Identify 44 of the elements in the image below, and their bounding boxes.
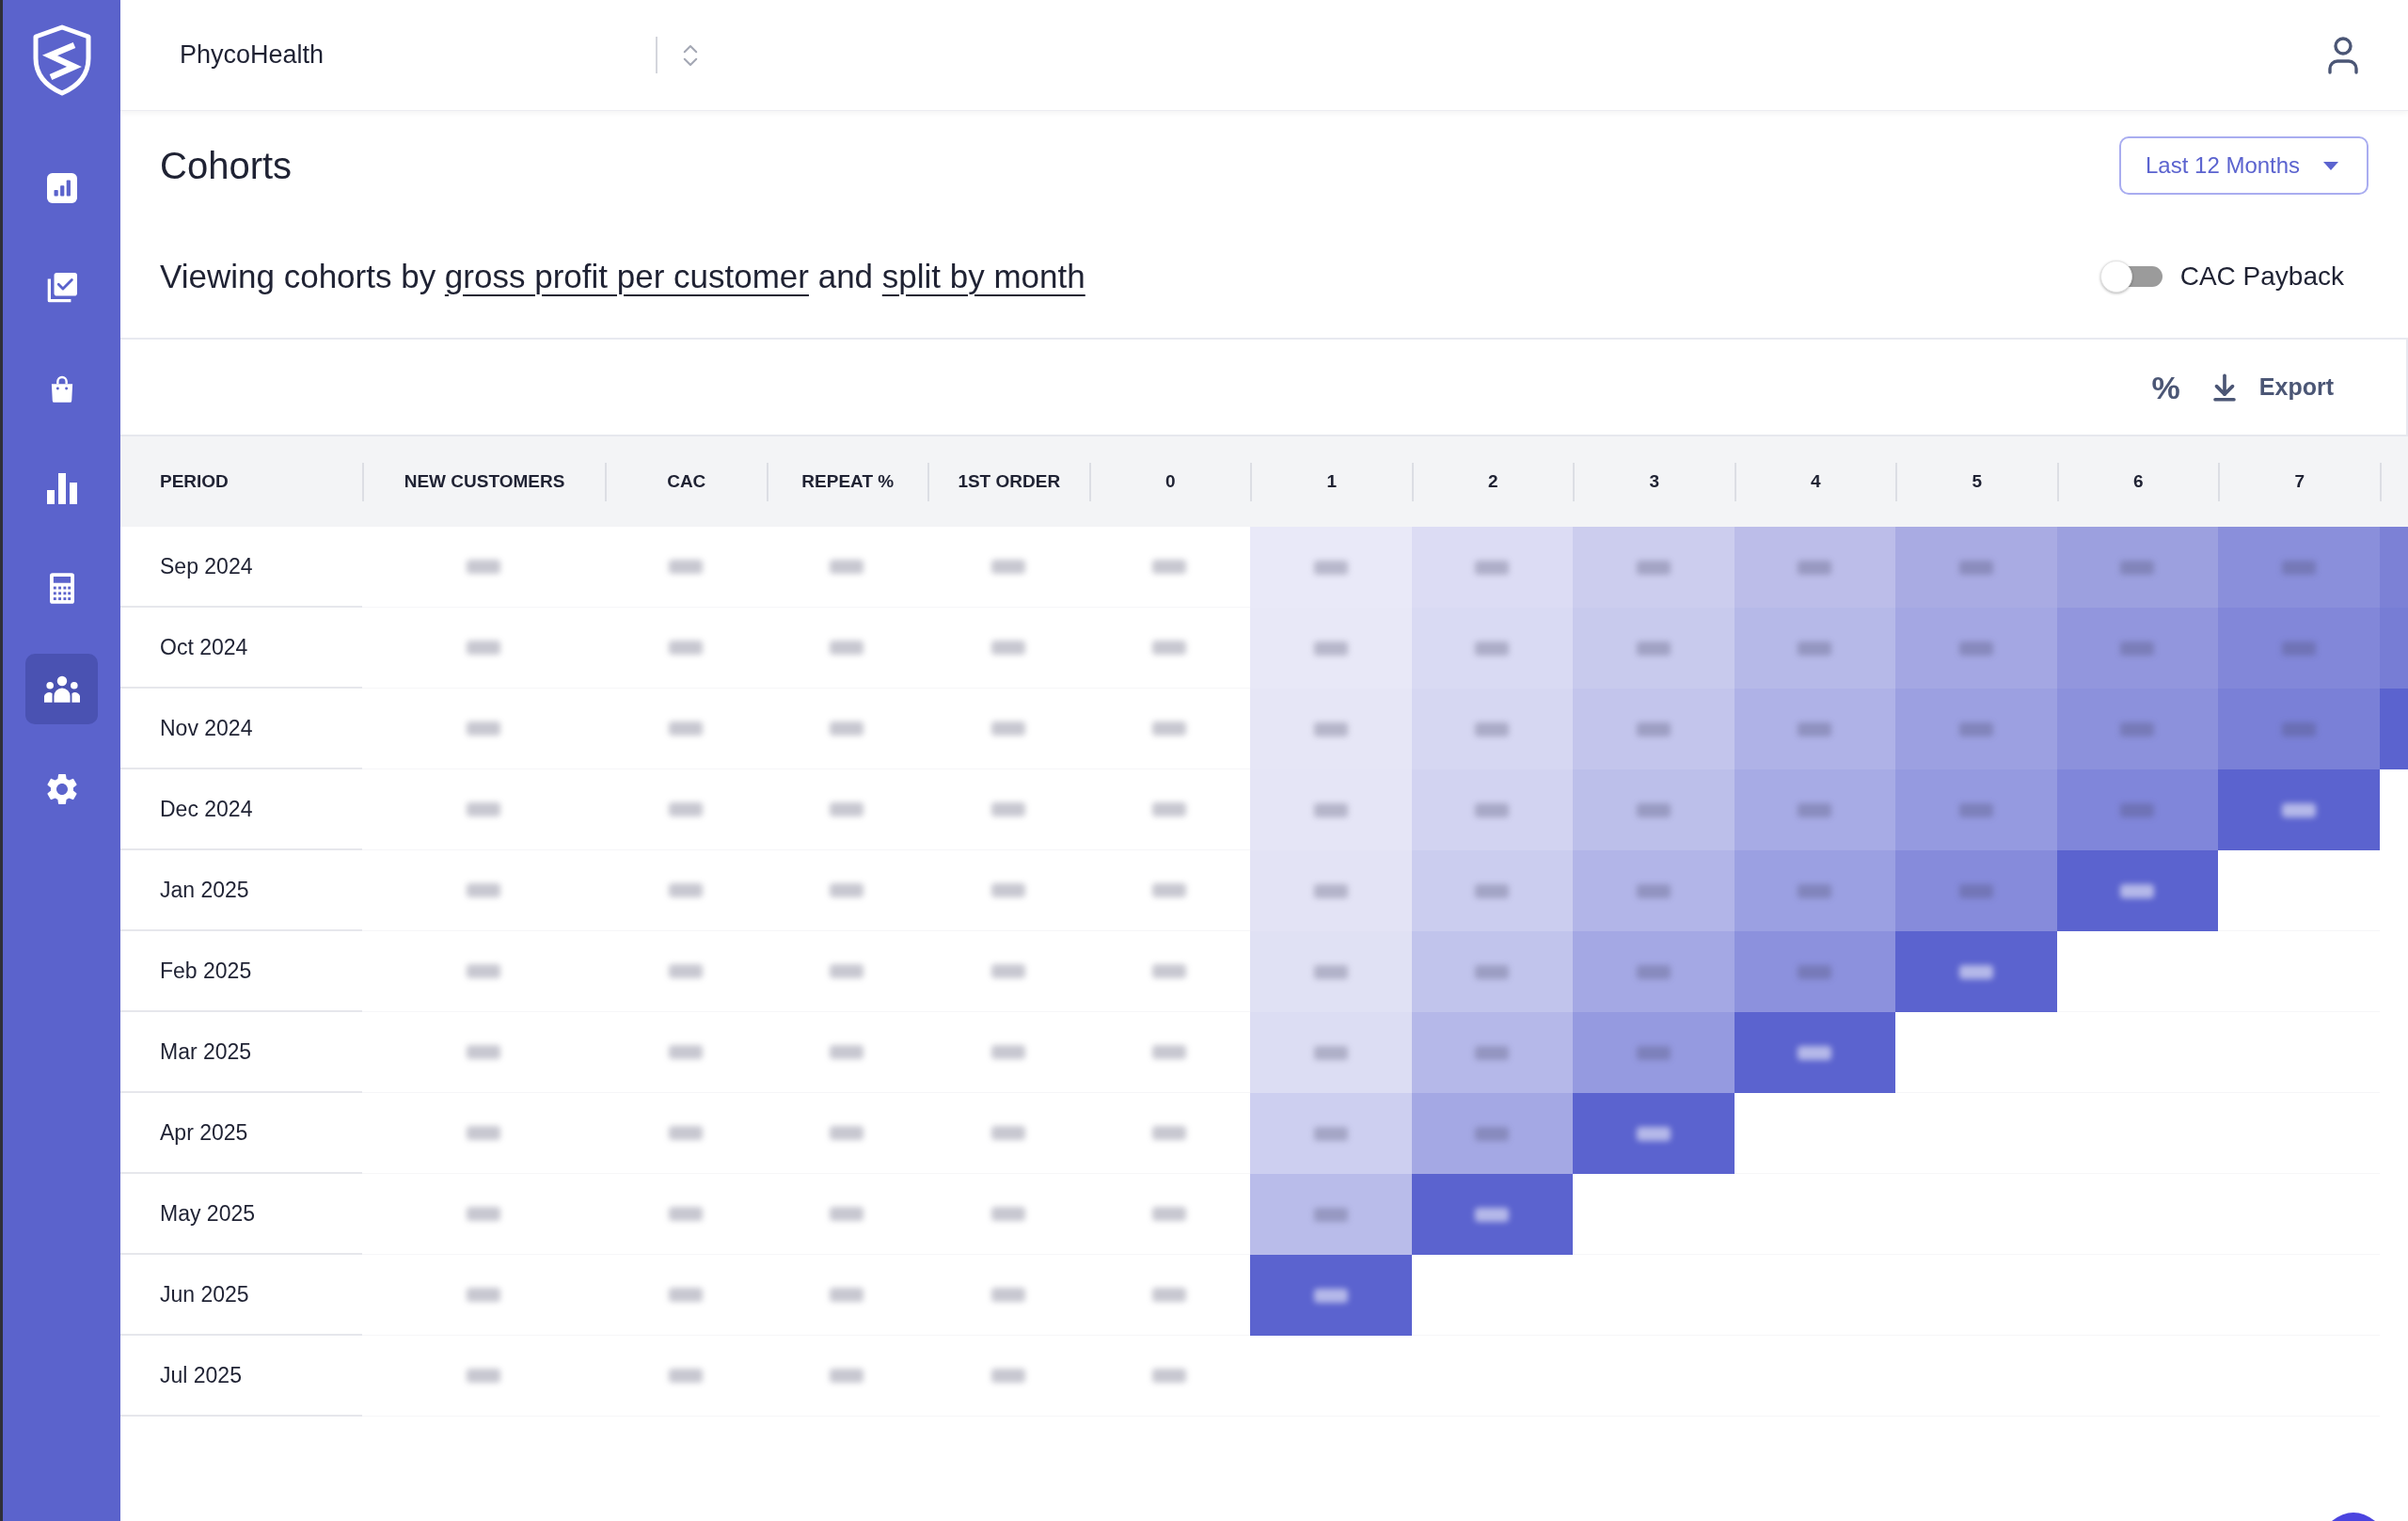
column-header: 2 bbox=[1487, 469, 1498, 493]
column-header: 1ST ORDER bbox=[958, 469, 1061, 493]
period-cell-text: Jul 2025 bbox=[160, 1361, 242, 1389]
page-title: Cohorts bbox=[160, 147, 293, 184]
column-header: 6 bbox=[2132, 469, 2144, 493]
chart-square-icon bbox=[46, 172, 77, 203]
column-header: 7 bbox=[2294, 469, 2305, 493]
column-header: CAC bbox=[667, 469, 706, 493]
date-range-dropdown[interactable]: Last 12 Months bbox=[2119, 136, 2368, 195]
checklist-icon bbox=[46, 273, 77, 304]
column-header: REPEAT % bbox=[801, 469, 895, 493]
period-cell-text: Dec 2024 bbox=[160, 795, 253, 823]
period-cell-text: May 2025 bbox=[160, 1199, 255, 1228]
export-button[interactable]: Export bbox=[2208, 369, 2334, 405]
column-header: 4 bbox=[1810, 469, 1821, 493]
summary-sentence: Viewing cohorts by gross profit per customer and split by month bbox=[160, 256, 1085, 296]
period-cell-text: Mar 2025 bbox=[160, 1038, 252, 1066]
filter-link[interactable]: gross profit per customer bbox=[444, 257, 809, 294]
column-header: 5 bbox=[1972, 469, 1983, 493]
nav-item[interactable] bbox=[25, 653, 98, 724]
shopping-bag-icon bbox=[49, 373, 74, 403]
period-cell-text: Jun 2025 bbox=[160, 1280, 249, 1308]
toggle-label: CAC Payback bbox=[2179, 261, 2344, 293]
period-cell-text: Feb 2025 bbox=[160, 957, 252, 985]
column-header: 1 bbox=[1326, 469, 1338, 493]
period-cell-text: Oct 2024 bbox=[160, 633, 248, 661]
column-header: 3 bbox=[1649, 469, 1660, 493]
cac-payback-toggle[interactable] bbox=[2099, 261, 2162, 293]
column-header: NEW CUSTOMERS bbox=[404, 469, 565, 493]
filter-link[interactable]: split by month bbox=[881, 257, 1085, 294]
period-cell-text: Jan 2025 bbox=[160, 876, 249, 904]
percent-toggle[interactable]: % bbox=[2151, 371, 2180, 404]
shield-logo-icon bbox=[31, 24, 92, 96]
period-cell-text: Apr 2025 bbox=[160, 1118, 248, 1147]
bar-chart-icon bbox=[45, 472, 78, 505]
workspace-selector[interactable]: PhycoHealth bbox=[180, 26, 705, 84]
period-cell-text: Nov 2024 bbox=[160, 714, 253, 742]
calculator-icon bbox=[49, 573, 74, 605]
people-group-icon bbox=[43, 674, 80, 703]
period-cell-text: Sep 2024 bbox=[160, 552, 253, 580]
column-header: PERIOD bbox=[160, 470, 229, 491]
floating-action-button[interactable] bbox=[2332, 1513, 2375, 1521]
caret-down-icon bbox=[2323, 161, 2338, 170]
column-header: 0 bbox=[1164, 469, 1176, 493]
